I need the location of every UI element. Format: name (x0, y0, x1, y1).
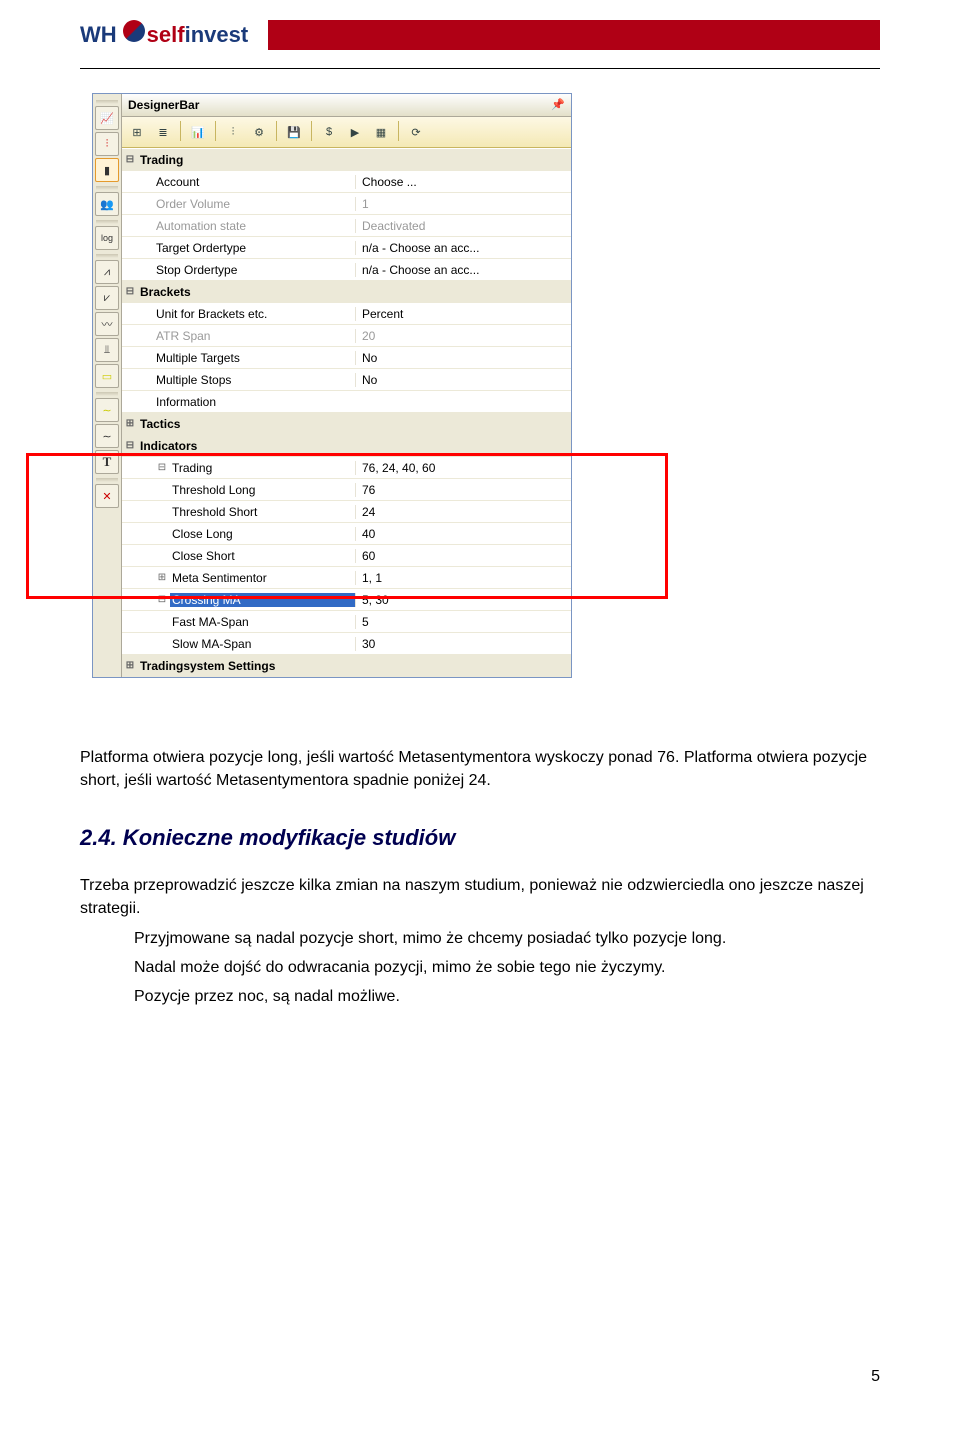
prop-close-short[interactable]: Close Short60 (122, 545, 571, 567)
logo: WH selfinvest (80, 22, 248, 48)
prop-target-ordertype[interactable]: Target Ordertypen/a - Choose an acc... (122, 237, 571, 259)
prop-stop-ordertype[interactable]: Stop Ordertypen/a - Choose an acc... (122, 259, 571, 281)
paragraph-lead: Trzeba przeprowadzić jeszcze kilka zmian… (80, 874, 880, 920)
pin-icon[interactable]: 📌 (551, 98, 565, 112)
prop-threshold-long[interactable]: Threshold Long76 (122, 479, 571, 501)
candle-icon[interactable]: ▮ (95, 158, 119, 182)
grip-icon (96, 392, 118, 396)
tool-grid-icon[interactable]: ▦ (370, 121, 392, 143)
prop-close-long[interactable]: Close Long40 (122, 523, 571, 545)
logo-invest: invest (185, 22, 249, 48)
designer-title: DesignerBar (128, 98, 199, 112)
collapse-icon[interactable]: ⊟ (122, 440, 138, 451)
prop-order-volume[interactable]: Order Volume1 (122, 193, 571, 215)
paragraph-intro: Platforma otwiera pozycje long, jeśli wa… (80, 746, 880, 792)
category-indicators[interactable]: ⊟Indicators (122, 435, 571, 457)
designer-panel: 📈 ⫶ ▮ 👥 log ⩘ ⩗ 〰 ⫫ ▭ ∼ ∼ T (92, 93, 572, 678)
designer-toolbar: ⊞ ≣ 📊 ⫶ ⚙ 💾 $ ▶ ▦ ⟳ (122, 117, 571, 148)
wave-icon[interactable]: ∼ (95, 424, 119, 448)
logo-dot-icon (123, 20, 145, 42)
prop-atr-span[interactable]: ATR Span20 (122, 325, 571, 347)
category-tactics[interactable]: ⊞Tactics (122, 413, 571, 435)
prop-unit-brackets[interactable]: Unit for Brackets etc.Percent (122, 303, 571, 325)
tool-indicator-icon[interactable]: ⫶ (222, 121, 244, 143)
expand-icon[interactable]: ⊞ (122, 660, 138, 671)
prop-meta-sentimentor[interactable]: ⊞Meta Sentimentor1, 1 (122, 567, 571, 589)
vertical-toolbar: 📈 ⫶ ▮ 👥 log ⩘ ⩗ 〰 ⫫ ▭ ∼ ∼ T (93, 94, 122, 677)
prop-threshold-short[interactable]: Threshold Short24 (122, 501, 571, 523)
prop-multiple-targets[interactable]: Multiple TargetsNo (122, 347, 571, 369)
rectangle-icon[interactable]: ▭ (95, 364, 119, 388)
bullet-2: Nadal może dojść do odwracania pozycji, … (134, 956, 880, 979)
text-icon[interactable]: T (95, 450, 119, 474)
bullet-3: Pozycje przez noc, są nadal możliwe. (134, 985, 880, 1008)
expand-icon[interactable]: ⊞ (154, 572, 170, 583)
designer-titlebar: DesignerBar 📌 (122, 94, 571, 117)
prop-fast-ma-span[interactable]: Fast MA-Span5 (122, 611, 571, 633)
section-heading: 2.4. Konieczne modyfikacje studiów (80, 822, 880, 854)
indicator-icon[interactable]: ⫶ (95, 132, 119, 156)
people-icon[interactable]: 👥 (95, 192, 119, 216)
chart-a-icon[interactable]: ⩘ (95, 260, 119, 284)
tool-refresh-icon[interactable]: ⟳ (405, 121, 427, 143)
logo-wh: WH (80, 22, 117, 48)
grip-icon (96, 186, 118, 190)
category-brackets[interactable]: ⊟Brackets (122, 281, 571, 303)
page-header: WH selfinvest (80, 20, 880, 50)
grip-icon (96, 100, 118, 104)
prop-slow-ma-span[interactable]: Slow MA-Span30 (122, 633, 571, 655)
grip-icon (96, 220, 118, 224)
prop-crossing-ma[interactable]: ⊟Crossing MA5, 30 (122, 589, 571, 611)
wave-yellow-icon[interactable]: ∼ (95, 398, 119, 422)
header-rule (80, 68, 880, 69)
collapse-icon[interactable]: ⊟ (122, 154, 138, 165)
prop-multiple-stops[interactable]: Multiple StopsNo (122, 369, 571, 391)
category-trading[interactable]: ⊟Trading (122, 149, 571, 171)
collapse-icon[interactable]: ⊟ (154, 462, 170, 473)
chart-d-icon[interactable]: ⫫ (95, 338, 119, 362)
collapse-icon[interactable]: ⊟ (122, 286, 138, 297)
collapse-icon[interactable]: ⊟ (154, 594, 170, 605)
category-tradingsystem-settings[interactable]: ⊞Tradingsystem Settings (122, 655, 571, 677)
tool-dollar-icon[interactable]: $ (318, 121, 340, 143)
tool-list-icon[interactable]: ≣ (152, 121, 174, 143)
tool-save-icon[interactable]: 💾 (283, 121, 305, 143)
prop-automation-state[interactable]: Automation stateDeactivated (122, 215, 571, 237)
prop-information[interactable]: Information (122, 391, 571, 413)
tool-properties-icon[interactable]: ⊞ (126, 121, 148, 143)
property-grid: ⊟Trading AccountChoose ... Order Volume1… (122, 148, 571, 677)
prop-trading-sub[interactable]: ⊟Trading76, 24, 40, 60 (122, 457, 571, 479)
body-text: Platforma otwiera pozycje long, jeśli wa… (80, 746, 880, 1008)
page-number: 5 (871, 1368, 880, 1386)
header-red-bar (268, 20, 880, 50)
log-icon[interactable]: log (95, 226, 119, 250)
delete-icon[interactable]: ✕ (95, 484, 119, 508)
tool-chart-icon[interactable]: 📊 (187, 121, 209, 143)
prop-account[interactable]: AccountChoose ... (122, 171, 571, 193)
grip-icon (96, 254, 118, 258)
grip-icon (96, 478, 118, 482)
chart-c-icon[interactable]: 〰 (95, 312, 119, 336)
chart-line-icon[interactable]: 📈 (95, 106, 119, 130)
expand-icon[interactable]: ⊞ (122, 418, 138, 429)
bullet-1: Przyjmowane są nadal pozycje short, mimo… (134, 927, 880, 950)
tool-settings-icon[interactable]: ⚙ (248, 121, 270, 143)
logo-self: self (147, 22, 185, 48)
tool-play-icon[interactable]: ▶ (344, 121, 366, 143)
chart-b-icon[interactable]: ⩗ (95, 286, 119, 310)
